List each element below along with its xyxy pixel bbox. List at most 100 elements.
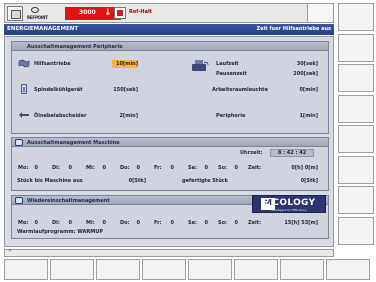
vertical-softkey-8[interactable]: [338, 216, 374, 245]
weekday-value[interactable]: 0: [64, 220, 72, 226]
horizontal-softkey-3[interactable]: [96, 259, 140, 280]
horizontal-softkey-7[interactable]: [280, 259, 324, 280]
vertical-softkey-5[interactable]: [338, 125, 374, 153]
vertical-softkey-6[interactable]: [338, 155, 374, 184]
vertical-softkey-3[interactable]: [338, 64, 374, 92]
weekday-label: Di:: [52, 165, 60, 171]
status-bar: REFPOINT 3000 ↓ Ref-Halt: [4, 3, 334, 23]
spindel-label: Spindelkühlgerät: [34, 87, 83, 93]
weekday-value[interactable]: 0: [166, 220, 174, 226]
vertical-softkey-1[interactable]: [338, 3, 374, 31]
zeit-value[interactable]: 15[h] 53[m]: [266, 220, 318, 226]
horizontal-softkey-8[interactable]: [326, 259, 370, 280]
weekday-value[interactable]: 0: [98, 165, 106, 171]
hilfsantriebe-value: 10[min]: [115, 61, 138, 67]
weekday-label: Fr:: [154, 220, 162, 226]
horizontal-softkey-6[interactable]: [234, 259, 278, 280]
peripherie-label: Peripherie: [216, 113, 246, 119]
weekday-label: Mi:: [86, 165, 95, 171]
weekday-value[interactable]: 0: [30, 165, 38, 171]
peripherie-value[interactable]: 1[min]: [278, 113, 318, 119]
horizontal-softkey-2[interactable]: [50, 259, 94, 280]
alarm-ack-icon[interactable]: [114, 7, 126, 19]
weekday-value[interactable]: 0: [30, 220, 38, 226]
vertical-softkeys: [338, 3, 374, 247]
machine-logo-icon: [7, 6, 23, 21]
weekday-value[interactable]: 0: [132, 165, 140, 171]
uhrzeit-value: 8 : 42 : 42: [277, 150, 307, 156]
panel-title: Ausschaltmanagement Maschine: [27, 139, 120, 146]
vertical-softkey-7[interactable]: [338, 186, 374, 214]
warmlauf-label[interactable]: Warmlaufprogramm: WARMUP: [17, 229, 103, 235]
panel-peripheral-shutdown: Ausschaltmanagement Peripherie Hilfsantr…: [11, 41, 329, 134]
panel-title: Wiedereinschaltmanagement: [27, 197, 110, 204]
weekday-value[interactable]: 0: [230, 220, 238, 226]
horizontal-softkey-4[interactable]: [142, 259, 186, 280]
panel-header: Ausschaltmanagement Peripherie: [12, 42, 328, 51]
zeit-value[interactable]: 0[h] 0[m]: [266, 165, 318, 171]
hilfsantriebe-label: Hilfsantriebe: [34, 61, 71, 67]
pausenzeit-label: Pausenzeit: [216, 71, 247, 77]
weekday-label: Mi:: [86, 220, 95, 226]
refpoint-label: REFPOINT: [27, 15, 48, 20]
oel-label: Ölnebelabscheider: [34, 113, 87, 119]
ecology-logo: M E COLOGY Intelligent for Efficiency: [252, 195, 326, 213]
clock-icon: [15, 139, 23, 146]
weekday-value[interactable]: 0: [230, 165, 238, 171]
weekday-label: Sa:: [188, 165, 197, 171]
stueck-label: Stück bis Maschine aus: [17, 178, 83, 184]
status-right-field: [307, 4, 333, 22]
panel-header: Ausschaltmanagement Maschine: [12, 138, 328, 147]
alarm-arrow-icon: ↓: [104, 8, 112, 18]
weekday-label: Di:: [52, 220, 60, 226]
weekday-value[interactable]: 0: [200, 165, 208, 171]
clock-icon: [15, 197, 23, 204]
stueck-value[interactable]: 0[Stk]: [112, 178, 146, 184]
pausenzeit-value[interactable]: 200[sek]: [278, 71, 318, 77]
alarm-text: Ref-Halt: [129, 9, 153, 15]
horizontal-softkey-1[interactable]: [4, 259, 48, 280]
weekday-value[interactable]: 0: [64, 165, 72, 171]
oel-value[interactable]: 2[min]: [98, 113, 138, 119]
horizontal-softkey-5[interactable]: [188, 259, 232, 280]
pump-icon: [192, 60, 209, 71]
weekday-label: So:: [218, 220, 228, 226]
horizontal-softkeys: [4, 259, 374, 280]
arbeitsraum-value[interactable]: 0[min]: [278, 87, 318, 93]
spindle-cooler-icon: [21, 84, 27, 94]
laufzeit-value[interactable]: 30[sek]: [278, 61, 318, 67]
logo-text: E COLOGY: [262, 198, 316, 208]
weekday-value[interactable]: 0: [132, 220, 140, 226]
panel-restart: Wiedereinschaltmanagement Mo: 0 Di: 0 Mi: 0 Do…: [11, 195, 329, 239]
logo-subtitle: Intelligent for Efficiency: [271, 208, 307, 212]
vertical-softkey-4[interactable]: [338, 94, 374, 123]
panel-machine-shutdown: Ausschaltmanagement Maschine Uhrzeit: 8 …: [11, 137, 329, 191]
gefertigt-label: gefertigte Stück: [182, 178, 229, 184]
refpoint-indicator: REFPOINT: [27, 7, 61, 21]
weekday-label: Mo:: [18, 165, 29, 171]
main-area: Ausschaltmanagement Peripherie Hilfsantr…: [4, 36, 334, 247]
weekday-value[interactable]: 0: [166, 165, 174, 171]
aux-drive-icon: [18, 59, 30, 68]
uhrzeit-label: Uhrzeit:: [240, 150, 263, 156]
weekday-value[interactable]: 0: [98, 220, 106, 226]
oil-mist-separator-icon: [19, 112, 29, 118]
title-bar: ENERGIEMANAGEMENT Zeit fuer Hilfsantrieb…: [4, 24, 334, 35]
zeit-label: Zeit:: [248, 220, 262, 226]
weekday-label: Sa:: [188, 220, 197, 226]
message-line: ˄: [4, 249, 334, 257]
field-hint: Zeit fuer Hilfsantriebe aus: [256, 26, 331, 32]
hmi-screen: REFPOINT 3000 ↓ Ref-Halt ENERGIEMANAGEME…: [0, 0, 376, 282]
zeit-label: Zeit:: [248, 165, 262, 171]
weekday-value[interactable]: 0: [200, 220, 208, 226]
weekday-label: So:: [218, 165, 228, 171]
caret-up-icon[interactable]: ˄: [8, 250, 12, 257]
alarm-number: 3000: [79, 9, 96, 16]
page-title: ENERGIEMANAGEMENT: [7, 26, 79, 32]
panel-title: Ausschaltmanagement Peripherie: [27, 43, 123, 50]
refpoint-icon: [31, 7, 39, 13]
vertical-softkey-2[interactable]: [338, 33, 374, 62]
alarm-indicator[interactable]: 3000 ↓: [65, 7, 121, 20]
gefertigt-value: 0[Stk]: [300, 178, 318, 184]
spindel-value[interactable]: 150[sek]: [98, 87, 138, 93]
